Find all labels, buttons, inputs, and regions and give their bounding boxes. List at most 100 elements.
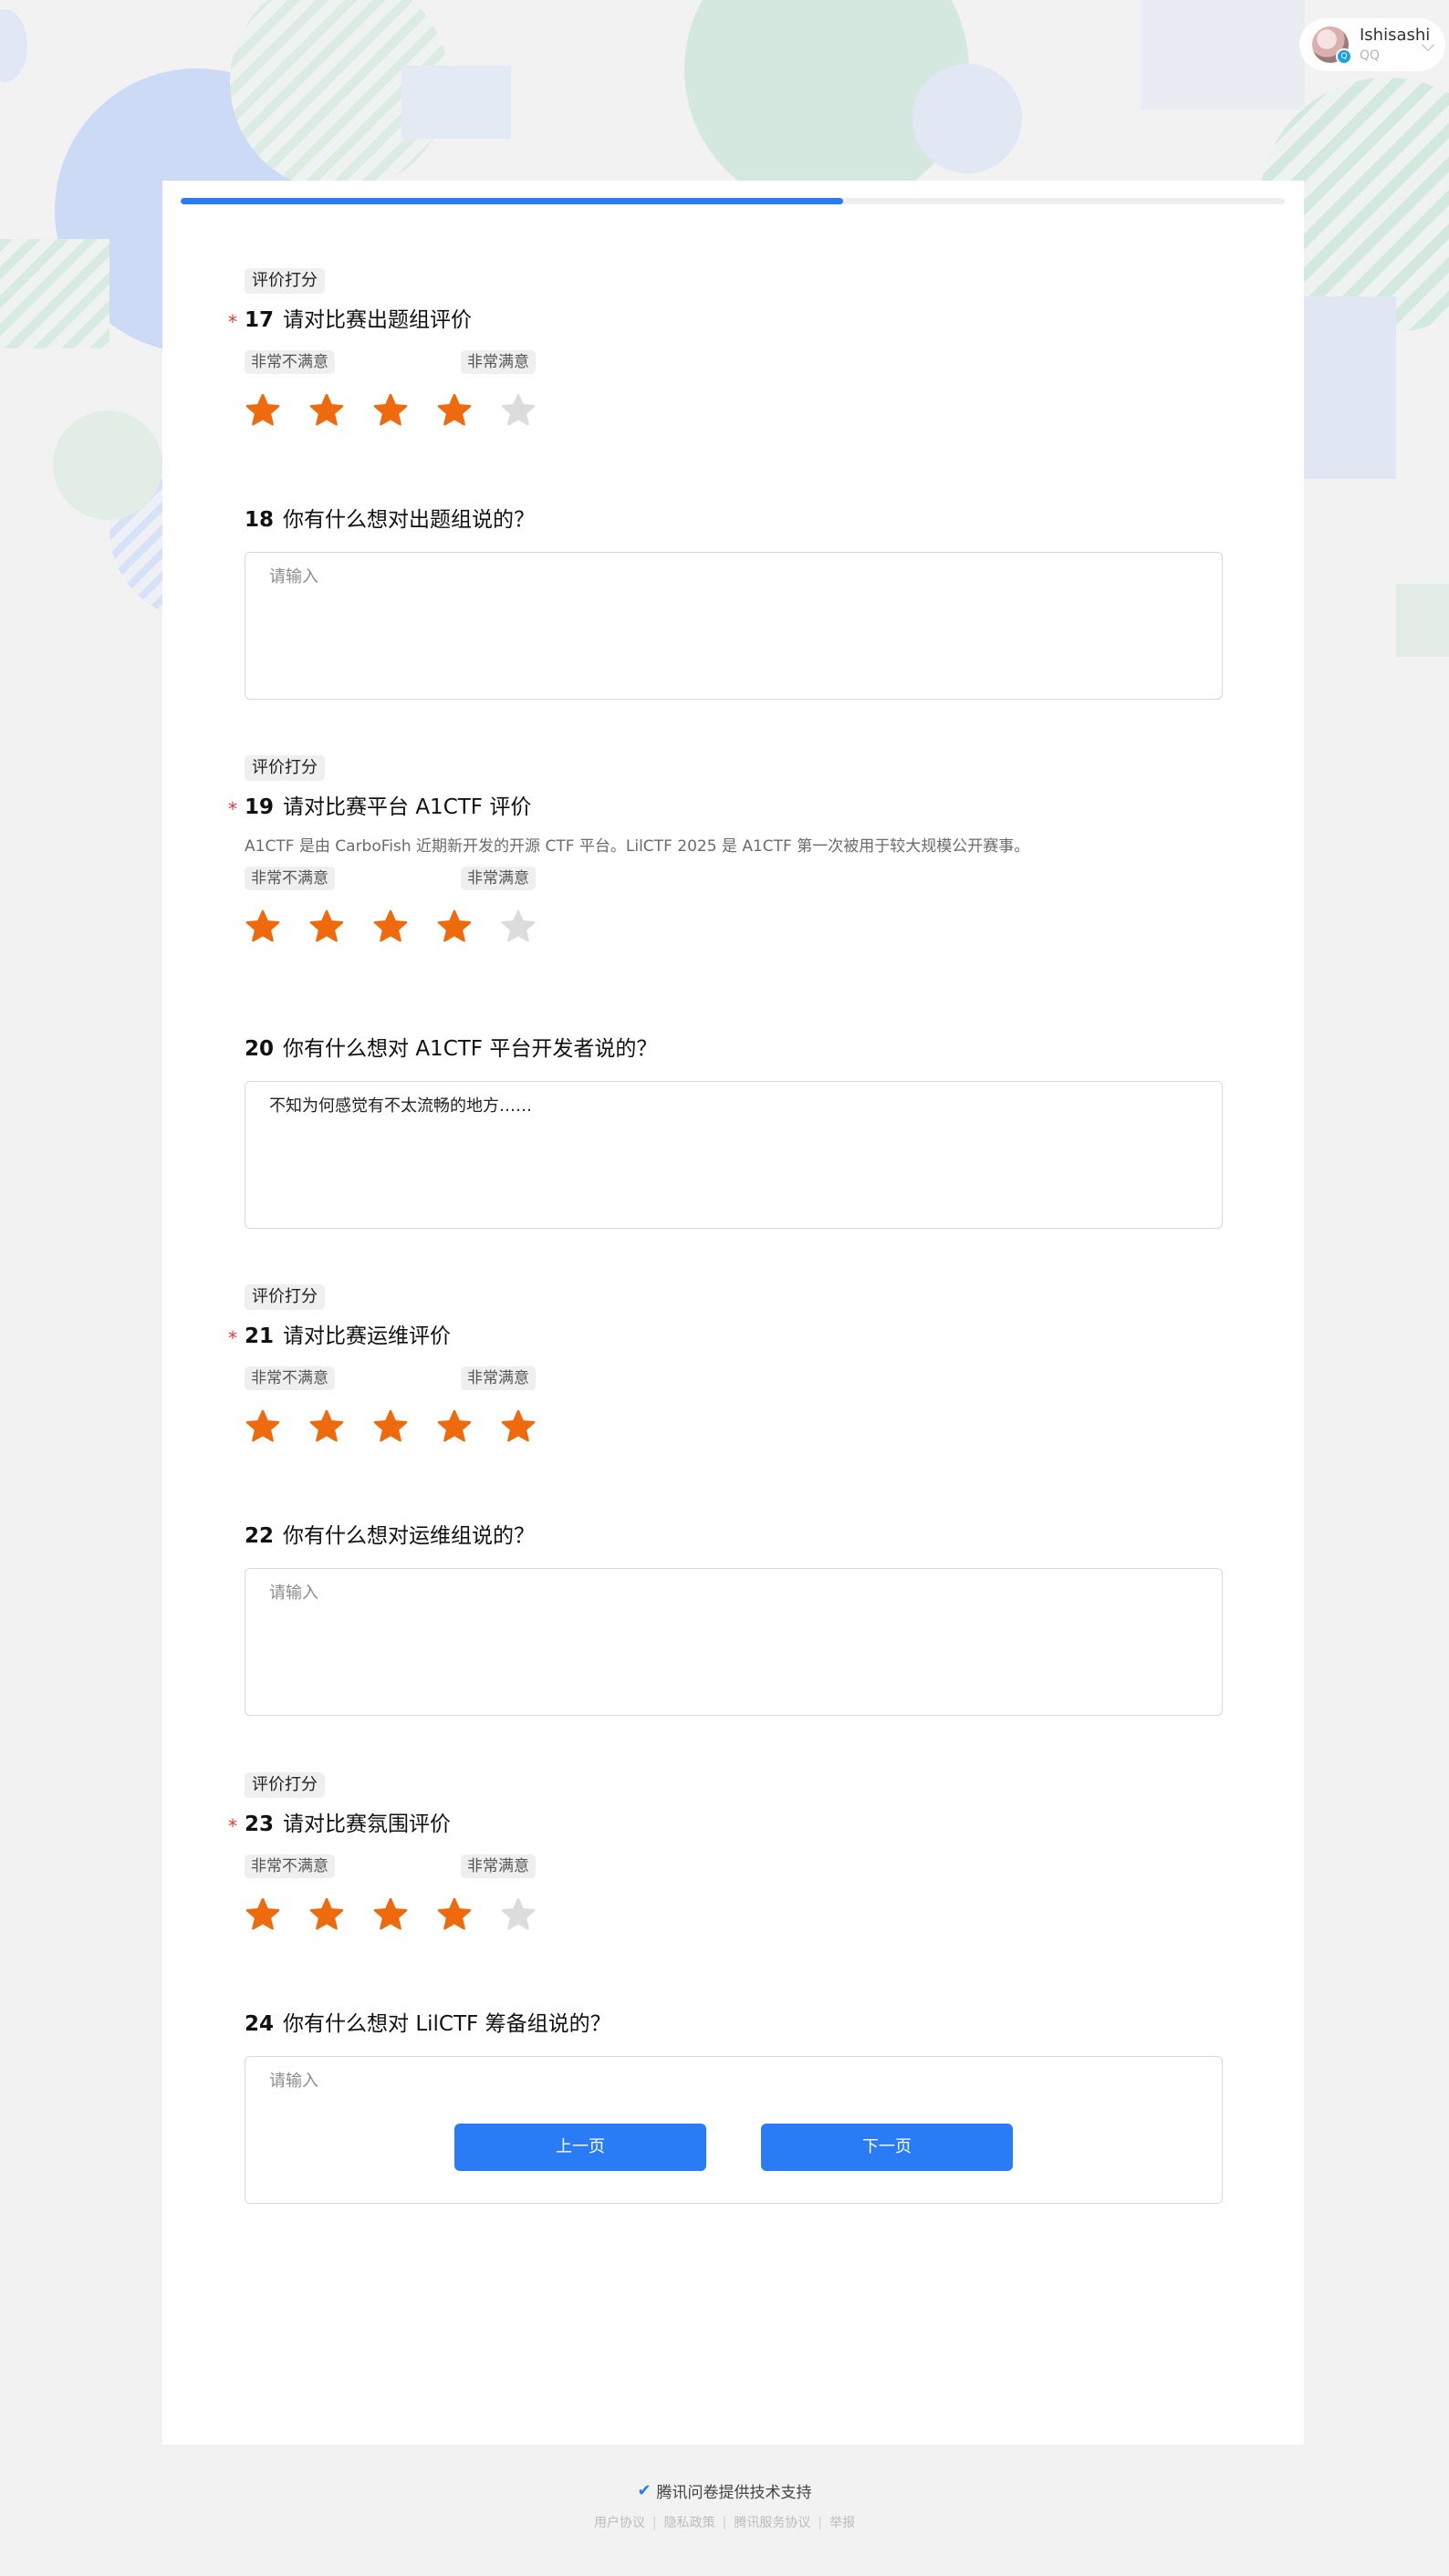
- footer-link-service-agreement[interactable]: 腾讯服务协议: [734, 2516, 810, 2530]
- required-mark: *: [228, 311, 237, 333]
- question-type-tag: 评价打分: [245, 268, 325, 294]
- question-text-input: 18 你有什么想对出题组说的？ 请输入: [245, 504, 1223, 700]
- question-text: 你有什么想对 LilCTF 筹备组说的？: [283, 2012, 611, 2036]
- check-logo-icon: ✔: [637, 2481, 652, 2500]
- footer-links: 用户协议 | 隐私政策 | 腾讯服务协议 | 举报: [593, 2516, 856, 2530]
- star-icon[interactable]: [500, 392, 537, 429]
- account-menu[interactable]: Q Ishisashi QQ: [1299, 18, 1445, 71]
- next-page-button[interactable]: 下一页: [761, 2124, 1013, 2171]
- question-title: 22 你有什么想对运维组说的？: [245, 1521, 1223, 1552]
- question-title: * 21 请对比赛运维评价: [228, 1321, 1223, 1352]
- rating-scale-labels: 非常不满意 非常满意: [245, 350, 1223, 378]
- rating-scale-labels: 非常不满意 非常满意: [245, 867, 1223, 894]
- star-icon[interactable]: [372, 392, 409, 429]
- question-title: * 17 请对比赛出题组评价: [228, 305, 1223, 336]
- rating-scale-labels: 非常不满意 非常满意: [245, 1854, 1223, 1882]
- footer-link-privacy[interactable]: 隐私政策: [664, 2516, 715, 2530]
- powered-by: ✔ 腾讯问卷提供技术支持: [637, 2479, 811, 2502]
- star-icon[interactable]: [500, 909, 537, 945]
- star-icon[interactable]: [500, 1896, 537, 1933]
- scale-low-label: 非常不满意: [245, 1366, 335, 1390]
- required-mark: *: [228, 798, 237, 820]
- question-text: 你有什么想对运维组说的？: [283, 1524, 536, 1548]
- textarea-placeholder: 请输入: [269, 1584, 318, 1603]
- star-icon[interactable]: [308, 1408, 345, 1445]
- question-rating: 评价打分 * 19 请对比赛平台 A1CTF 评价 A1CTF 是由 CarboF…: [228, 755, 1223, 954]
- question-text: 你有什么想对 A1CTF 平台开发者说的？: [283, 1037, 658, 1061]
- qq-badge-icon: Q: [1336, 48, 1352, 65]
- question-number: 21: [245, 1324, 275, 1348]
- scale-high-label: 非常满意: [461, 1854, 536, 1878]
- star-rating: [245, 909, 1223, 954]
- star-icon[interactable]: [308, 909, 345, 945]
- question-text: 请对比赛平台 A1CTF 评价: [283, 795, 532, 819]
- question-text-input: 20 你有什么想对 A1CTF 平台开发者说的？ 不知为何感觉有不太流畅的地方……: [245, 1034, 1223, 1229]
- textarea-value: 不知为何感觉有不太流畅的地方……: [269, 1096, 532, 1116]
- progress-fill: [181, 198, 843, 204]
- star-icon[interactable]: [436, 1896, 473, 1933]
- star-icon[interactable]: [245, 1408, 281, 1445]
- progress-bar: [181, 198, 1285, 204]
- question-title: * 23 请对比赛氛围评价: [228, 1809, 1223, 1840]
- star-icon[interactable]: [372, 1408, 409, 1445]
- star-icon[interactable]: [308, 392, 345, 429]
- question-rating: 评价打分 * 21 请对比赛运维评价 非常不满意 非常满意: [228, 1284, 1223, 1454]
- scale-high-label: 非常满意: [461, 350, 536, 374]
- survey-card: 评价打分 * 17 请对比赛出题组评价 非常不满意 非常满意 18 你有什么想对出题…: [162, 181, 1304, 2445]
- scale-low-label: 非常不满意: [245, 867, 335, 890]
- star-icon[interactable]: [436, 909, 473, 945]
- rating-scale-labels: 非常不满意 非常满意: [245, 1366, 1223, 1394]
- question-number: 20: [245, 1037, 275, 1061]
- star-icon[interactable]: [436, 392, 473, 429]
- question-title: 18 你有什么想对出题组说的？: [245, 504, 1223, 535]
- footer: ✔ 腾讯问卷提供技术支持 用户协议 | 隐私政策 | 腾讯服务协议 | 举报: [0, 2479, 1449, 2531]
- question-rating: 评价打分 * 23 请对比赛氛围评价 非常不满意 非常满意: [228, 1772, 1223, 1942]
- question-number: 19: [245, 795, 275, 819]
- answer-textarea[interactable]: 请输入: [245, 552, 1223, 700]
- star-rating: [245, 1896, 1223, 1942]
- question-text: 你有什么想对出题组说的？: [283, 508, 536, 532]
- answer-textarea[interactable]: 请输入: [245, 2056, 1223, 2204]
- question-type-tag: 评价打分: [245, 1284, 325, 1310]
- footer-link-report[interactable]: 举报: [829, 2516, 855, 2530]
- question-number: 17: [245, 308, 275, 332]
- star-rating: [245, 1408, 1223, 1454]
- prev-page-button[interactable]: 上一页: [454, 2124, 706, 2171]
- question-title: 24 你有什么想对 LilCTF 筹备组说的？: [245, 2009, 1223, 2040]
- question-text: 请对比赛出题组评价: [283, 308, 473, 332]
- powered-by-text: 腾讯问卷提供技术支持: [656, 2484, 812, 2502]
- account-name: Ishisashi: [1360, 25, 1431, 45]
- question-text: 请对比赛运维评价: [283, 1324, 452, 1348]
- star-icon[interactable]: [245, 1896, 281, 1933]
- star-icon[interactable]: [245, 909, 281, 945]
- answer-textarea[interactable]: 不知为何感觉有不太流畅的地方……: [245, 1081, 1223, 1229]
- question-title: 20 你有什么想对 A1CTF 平台开发者说的？: [245, 1034, 1223, 1065]
- star-icon[interactable]: [372, 909, 409, 945]
- star-icon[interactable]: [436, 1408, 473, 1445]
- star-rating: [245, 392, 1223, 438]
- question-text: 请对比赛氛围评价: [283, 1813, 452, 1836]
- question-title: * 19 请对比赛平台 A1CTF 评价: [228, 792, 1223, 823]
- star-icon[interactable]: [500, 1408, 537, 1445]
- textarea-placeholder: 请输入: [269, 567, 318, 587]
- question-number: 23: [245, 1813, 275, 1836]
- star-icon[interactable]: [245, 392, 281, 429]
- star-icon[interactable]: [308, 1896, 345, 1933]
- question-number: 18: [245, 508, 275, 532]
- question-description: A1CTF 是由 CarboFish 近期新开发的开源 CTF 平台。LilCT…: [245, 837, 1030, 856]
- answer-textarea[interactable]: 请输入: [245, 1568, 1223, 1716]
- question-rating: 评价打分 * 17 请对比赛出题组评价 非常不满意 非常满意: [228, 268, 1223, 438]
- required-mark: *: [228, 1815, 237, 1837]
- required-mark: *: [228, 1327, 237, 1349]
- scale-high-label: 非常满意: [461, 867, 536, 890]
- question-number: 24: [245, 2012, 275, 2036]
- textarea-placeholder: 请输入: [269, 2072, 318, 2091]
- question-type-tag: 评价打分: [245, 755, 325, 781]
- footer-link-user-agreement[interactable]: 用户协议: [594, 2516, 645, 2530]
- avatar: Q: [1312, 26, 1352, 65]
- question-number: 22: [245, 1524, 275, 1548]
- question-text-input: 22 你有什么想对运维组说的？ 请输入: [245, 1521, 1223, 1716]
- scale-low-label: 非常不满意: [245, 1854, 335, 1878]
- star-icon[interactable]: [372, 1896, 409, 1933]
- account-platform: QQ: [1360, 48, 1381, 64]
